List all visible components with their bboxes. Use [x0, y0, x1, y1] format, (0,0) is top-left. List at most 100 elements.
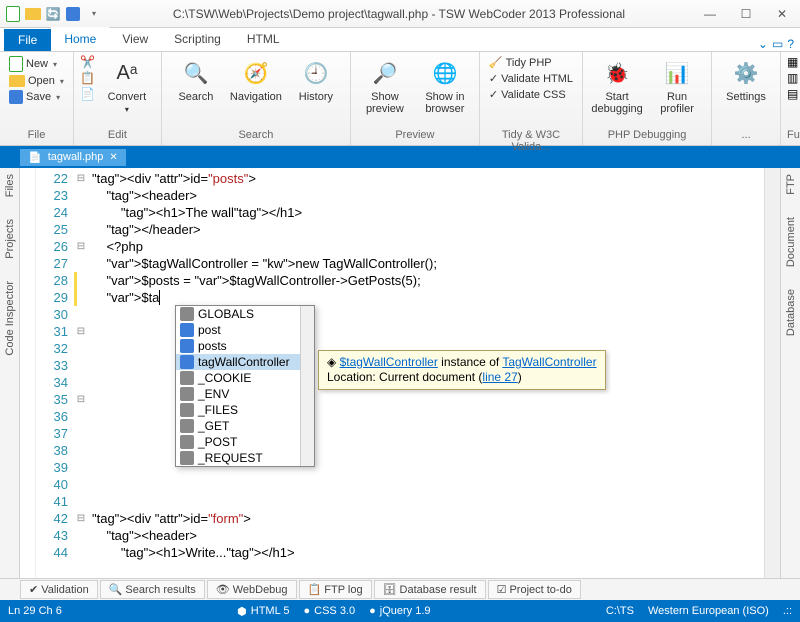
convert-icon: Aᵃ [111, 57, 143, 89]
status-css[interactable]: ● CSS 3.0 [303, 605, 355, 617]
open-button[interactable]: Open [6, 74, 67, 88]
bug-icon: 🐞 [601, 57, 633, 89]
btab-ftp-log[interactable]: 📋 FTP log [299, 580, 372, 599]
dock-tab-document[interactable]: Document [785, 215, 797, 269]
document-tab-close-icon[interactable]: ✕ [109, 152, 117, 163]
status-html[interactable]: ⬢ HTML 5 [237, 605, 289, 618]
tab-home[interactable]: Home [51, 27, 109, 51]
history-icon: 🕘 [300, 57, 332, 89]
dock-tab-projects[interactable]: Projects [4, 217, 16, 261]
group-label-functions: Functions [787, 129, 800, 143]
show-in-browser-button[interactable]: 🌐Show in browser [417, 55, 473, 117]
autocomplete-item[interactable]: _REQUEST [176, 450, 314, 466]
show-preview-button[interactable]: 🔎Show preview [357, 55, 413, 117]
qat-save-icon[interactable] [64, 5, 82, 23]
document-tab[interactable]: 📄 tagwall.php ✕ [20, 149, 126, 166]
fold-margin[interactable]: ⊟⊟⊟⊟⊟ [74, 168, 88, 578]
autocomplete-item[interactable]: _COOKIE [176, 370, 314, 386]
status-jquery[interactable]: ● jQuery 1.9 [369, 605, 430, 617]
maximize-button[interactable]: ☐ [732, 4, 760, 24]
status-css-label: CSS 3.0 [314, 605, 355, 617]
save-label: Save [26, 91, 51, 103]
tooltip-var[interactable]: $tagWallController [340, 355, 438, 369]
autocomplete-item[interactable]: posts [176, 338, 314, 354]
dock-tab-files[interactable]: Files [4, 172, 16, 199]
cut-icon[interactable]: ✂️ [80, 55, 95, 69]
settings-button[interactable]: ⚙️Settings [718, 55, 774, 105]
btab-search-results[interactable]: 🔍 Search results [100, 580, 205, 599]
autocomplete-item[interactable]: _POST [176, 434, 314, 450]
qat-refresh-icon[interactable]: 🔄 [44, 5, 62, 23]
tooltip-line-link[interactable]: line 27 [482, 370, 517, 384]
run-profiler-button[interactable]: 📊Run profiler [649, 55, 705, 117]
start-debug-label: Start debugging [591, 91, 642, 115]
search-button[interactable]: 🔍Search [168, 55, 224, 105]
ribbon-group-tidy: 🧹Tidy PHP ✓Validate HTML ✓Validate CSS T… [480, 52, 583, 145]
navigation-button[interactable]: 🧭Navigation [228, 55, 284, 105]
variable-icon [180, 387, 194, 401]
autocomplete-item[interactable]: _GET [176, 418, 314, 434]
open-label: Open [28, 75, 55, 87]
close-button[interactable]: ✕ [768, 4, 796, 24]
code-editor[interactable]: 2223242526272829303132333435363738394041… [20, 168, 780, 578]
minimize-button[interactable]: — [696, 4, 724, 24]
tab-scripting[interactable]: Scripting [161, 27, 234, 51]
gear-icon: ⚙️ [730, 57, 762, 89]
file-tab[interactable]: File [4, 29, 51, 51]
status-path: C:\TS [606, 605, 634, 617]
dock-tab-ftp[interactable]: FTP [785, 172, 797, 197]
preview-icon: 🔎 [369, 57, 401, 89]
qat-new-icon[interactable] [4, 5, 22, 23]
ribbon-popout-icon[interactable]: ▭ [772, 37, 783, 51]
btab-project-todo[interactable]: ☑ Project to-do [488, 580, 581, 599]
func-icon-3[interactable]: ▤ [787, 87, 798, 101]
autocomplete-item-label: _GET [198, 419, 229, 433]
ribbon-minimize-icon[interactable]: ⌄ [758, 37, 768, 51]
status-insert-mode[interactable]: .:: [783, 605, 792, 617]
convert-button[interactable]: Aᵃ Convert▾ [99, 55, 155, 116]
tooltip-class[interactable]: TagWallController [502, 355, 596, 369]
dock-tab-database[interactable]: Database [785, 287, 797, 338]
tab-view[interactable]: View [109, 27, 161, 51]
tab-html[interactable]: HTML [234, 27, 293, 51]
autocomplete-item[interactable]: _ENV [176, 386, 314, 402]
autocomplete-scrollbar[interactable] [300, 306, 314, 466]
tidy-php-button[interactable]: 🧹Tidy PHP [486, 55, 576, 70]
status-encoding[interactable]: Western European (ISO) [648, 605, 769, 617]
tooltip: ◈ $tagWallController instance of TagWall… [318, 350, 606, 390]
tooltip-loc-end: ) [518, 370, 522, 384]
autocomplete-item[interactable]: _FILES [176, 402, 314, 418]
vertical-scrollbar[interactable] [764, 168, 780, 578]
qat-open-icon[interactable] [24, 5, 42, 23]
btab-webdebug-label: WebDebug [233, 584, 288, 596]
ribbon-group-preview: 🔎Show preview 🌐Show in browser Preview [351, 52, 480, 145]
func-icon-1[interactable]: ▦ [787, 55, 798, 69]
autocomplete-item[interactable]: GLOBALS [176, 306, 314, 322]
profiler-icon: 📊 [661, 57, 693, 89]
btab-validation-label: Validation [41, 584, 89, 596]
dock-tab-code-inspector[interactable]: Code Inspector [4, 279, 16, 358]
autocomplete-item[interactable]: post [176, 322, 314, 338]
document-tab-bar: 📄 tagwall.php ✕ [0, 146, 800, 168]
variable-icon [180, 307, 194, 321]
title-bar: 🔄 C:\TSW\Web\Projects\Demo project\tagwa… [0, 0, 800, 28]
start-debugging-button[interactable]: 🐞Start debugging [589, 55, 645, 117]
autocomplete-item[interactable]: tagWallController [176, 354, 314, 370]
new-button[interactable]: New [6, 55, 67, 73]
validate-html-button[interactable]: ✓Validate HTML [486, 71, 576, 86]
func-icon-2[interactable]: ▥ [787, 71, 798, 85]
run-profiler-label: Run profiler [660, 91, 694, 115]
btab-validation[interactable]: ✔ Validation [20, 580, 98, 599]
copy-icon[interactable]: 📋 [80, 71, 95, 85]
validate-css-button[interactable]: ✓Validate CSS [486, 87, 576, 102]
btab-webdebug[interactable]: 👁 WebDebug [207, 580, 297, 599]
ribbon-group-file: New Open Save File [0, 52, 74, 145]
help-icon[interactable]: ? [787, 37, 794, 51]
history-button[interactable]: 🕘History [288, 55, 344, 105]
paste-icon[interactable]: 📄 [80, 87, 95, 101]
btab-database-result[interactable]: 🗄 Database result [374, 580, 486, 599]
show-in-browser-label: Show in browser [425, 91, 464, 115]
save-button[interactable]: Save [6, 89, 67, 105]
search-label: Search [178, 91, 213, 103]
qat-dropdown-icon[interactable] [84, 5, 102, 23]
